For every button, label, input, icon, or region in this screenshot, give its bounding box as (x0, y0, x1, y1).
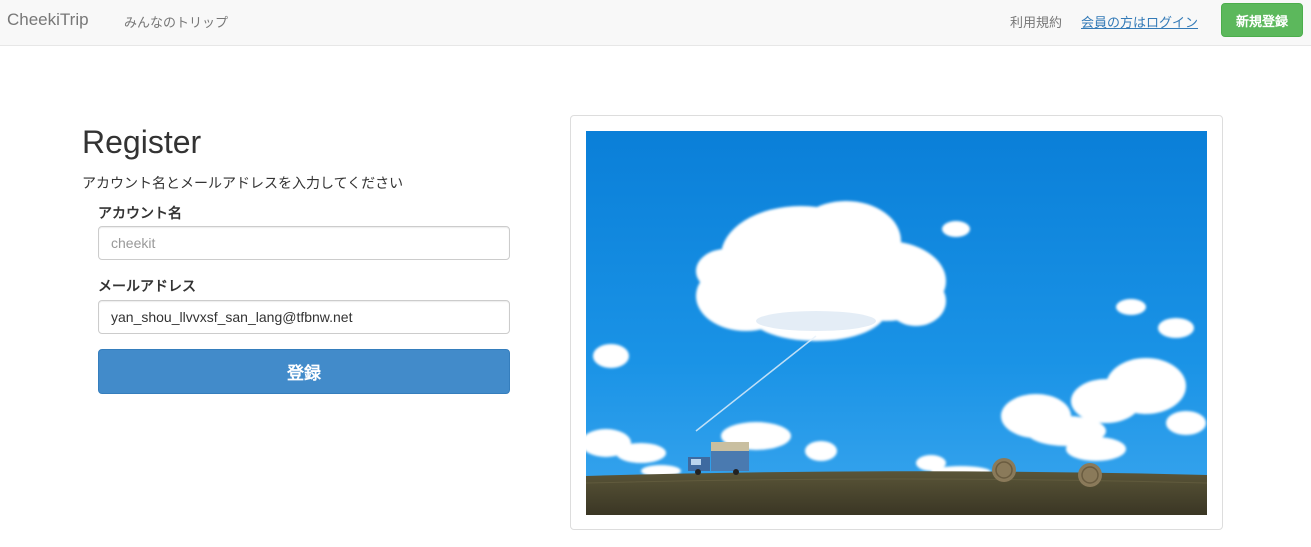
image-thumbnail (570, 115, 1223, 530)
nav-link-login[interactable]: 会員の方はログイン (1081, 12, 1198, 31)
landscape-illustration (586, 131, 1207, 515)
brand-link[interactable]: CheekiTrip (7, 10, 89, 30)
page-title: Register (82, 124, 202, 160)
field (586, 471, 1207, 515)
nav-link-trips[interactable]: みんなのトリップ (124, 12, 228, 31)
landscape-photo (586, 131, 1207, 515)
email-label: メールアドレス (98, 278, 196, 294)
email-input[interactable] (98, 300, 510, 334)
nav-link-terms[interactable]: 利用規約 (1010, 12, 1062, 31)
page-subtitle: アカウント名とメールアドレスを入力してください (82, 175, 404, 191)
register-submit-button[interactable]: 登録 (98, 349, 510, 394)
signup-button[interactable]: 新規登録 (1221, 3, 1303, 37)
navbar: CheekiTrip みんなのトリップ 利用規約 会員の方はログイン 新規登録 (0, 0, 1311, 46)
account-name-input[interactable] (98, 226, 510, 260)
account-name-label: アカウント名 (98, 205, 182, 221)
